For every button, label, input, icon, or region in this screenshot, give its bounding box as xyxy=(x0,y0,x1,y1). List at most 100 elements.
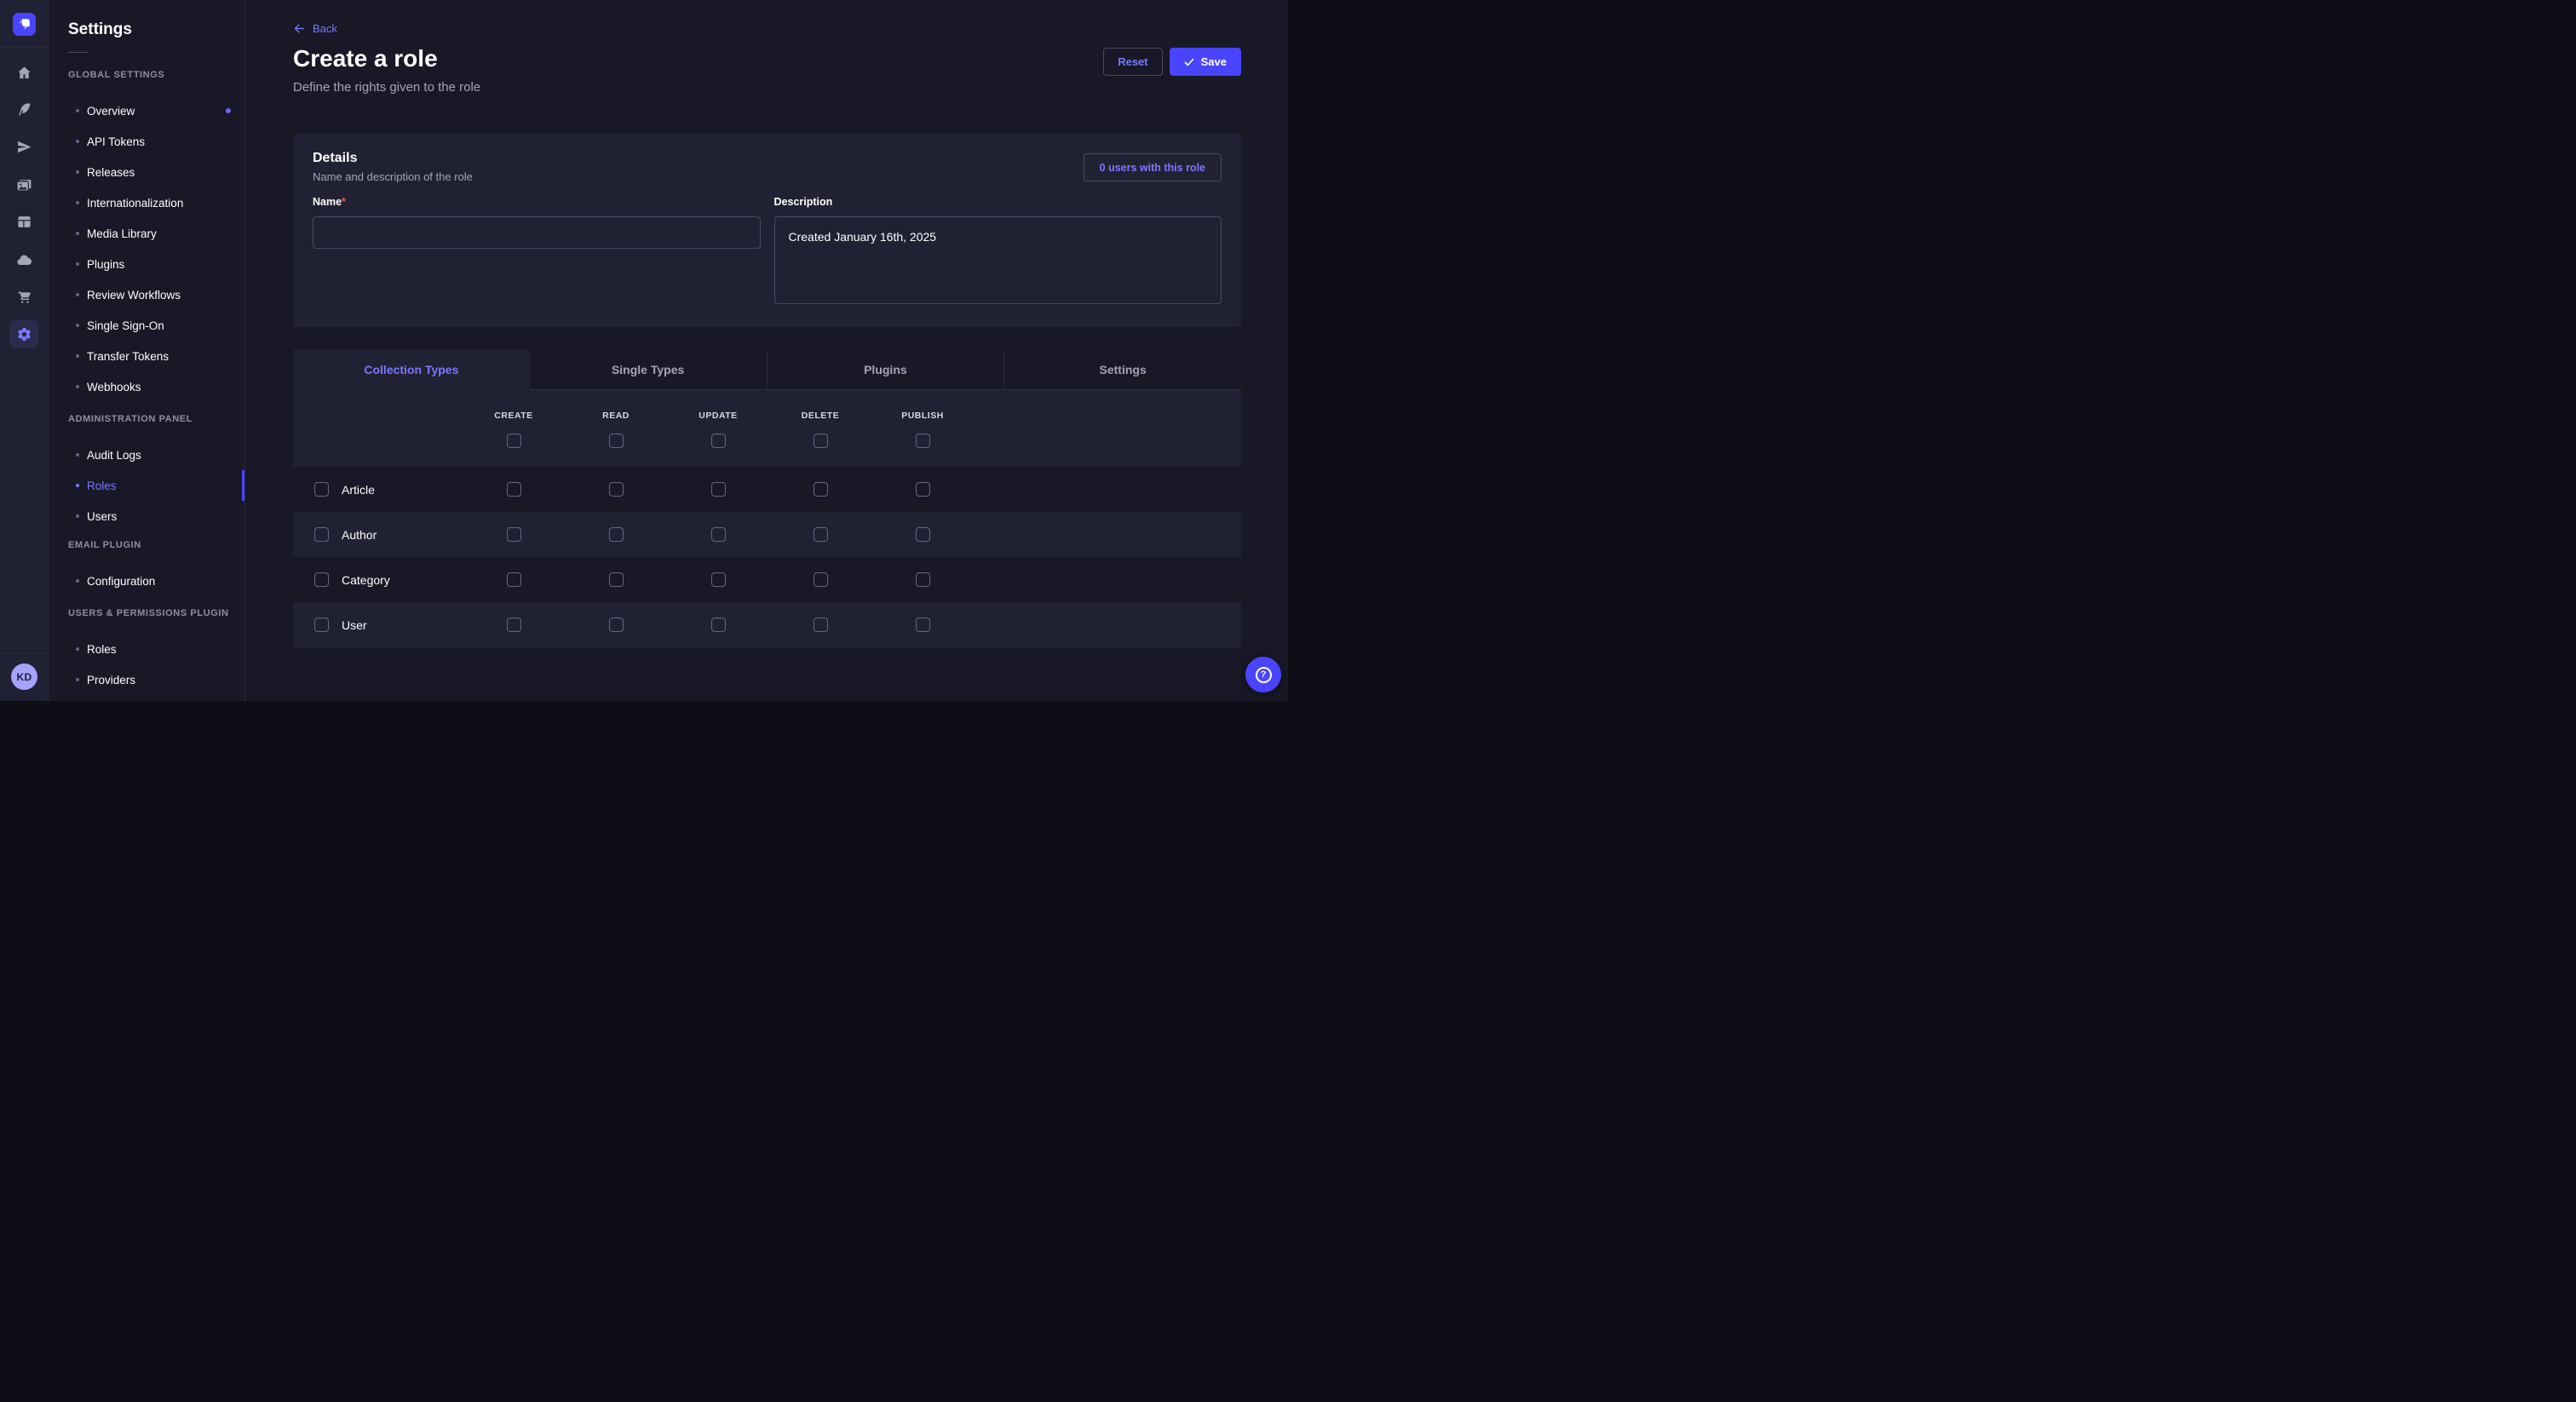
rail-divider xyxy=(0,652,49,653)
column-select-checkbox-read[interactable] xyxy=(609,434,624,448)
permission-checkbox[interactable] xyxy=(609,618,624,632)
subnav-item-single-sign-on[interactable]: Single Sign-On xyxy=(49,310,244,341)
page-subtitle: Define the rights given to the role xyxy=(293,80,480,95)
subnav-item-transfer-tokens[interactable]: Transfer Tokens xyxy=(49,341,244,371)
permission-checkbox[interactable] xyxy=(609,482,624,497)
column-select-checkbox-create[interactable] xyxy=(507,434,521,448)
table-row-author: Author xyxy=(293,512,1241,557)
name-label: Name* xyxy=(313,196,761,208)
tab-single-types[interactable]: Single Types xyxy=(530,349,767,390)
permission-checkbox[interactable] xyxy=(609,572,624,587)
strapi-logo-icon xyxy=(18,18,31,31)
permission-checkbox[interactable] xyxy=(916,482,930,497)
subnav-item-roles-admin[interactable]: Roles xyxy=(49,470,244,501)
page-title: Create a role xyxy=(293,44,480,73)
back-link[interactable]: Back xyxy=(293,22,337,35)
row-name: User xyxy=(342,618,367,632)
rail-divider xyxy=(0,47,49,48)
subnav-item-releases[interactable]: Releases xyxy=(49,157,244,187)
permission-checkbox[interactable] xyxy=(814,482,828,497)
permission-checkbox[interactable] xyxy=(711,482,726,497)
description-field-group: Description Created January 16th, 2025 xyxy=(774,196,1222,304)
subnav-item-internationalization[interactable]: Internationalization xyxy=(49,187,244,218)
notification-dot xyxy=(226,108,231,113)
permission-checkbox[interactable] xyxy=(507,572,521,587)
main-nav-rail: KD xyxy=(0,0,49,701)
subnav-item-media-library[interactable]: Media Library xyxy=(49,218,244,249)
row-name: Article xyxy=(342,483,375,497)
permission-checkbox[interactable] xyxy=(507,482,521,497)
permission-checkbox[interactable] xyxy=(711,527,726,542)
permission-checkbox[interactable] xyxy=(711,572,726,587)
users-with-role-button[interactable]: 0 users with this role xyxy=(1084,153,1222,181)
subnav-item-audit-logs[interactable]: Audit Logs xyxy=(49,440,244,470)
help-button[interactable]: ? xyxy=(1245,657,1281,692)
bullet-icon xyxy=(76,678,79,681)
bullet-icon xyxy=(76,170,79,174)
row-select-checkbox[interactable] xyxy=(314,618,329,632)
bullet-icon xyxy=(76,453,79,457)
permission-checkbox[interactable] xyxy=(814,527,828,542)
tab-settings[interactable]: Settings xyxy=(1003,349,1241,390)
home-icon[interactable] xyxy=(7,55,42,89)
cloud-icon[interactable] xyxy=(7,243,42,277)
subnav-item-review-workflows[interactable]: Review Workflows xyxy=(49,279,244,310)
permission-checkbox[interactable] xyxy=(814,618,828,632)
content-type-builder-icon[interactable] xyxy=(7,204,42,238)
media-library-icon[interactable] xyxy=(7,168,42,202)
strapi-logo[interactable] xyxy=(13,13,36,36)
details-card: Details Name and description of the role… xyxy=(293,134,1241,327)
column-select-checkbox-delete[interactable] xyxy=(814,434,828,448)
bullet-icon xyxy=(76,484,79,487)
strapi-admin-app: KD Settings GLOBAL SETTINGS Overview API… xyxy=(0,0,1288,701)
row-select-checkbox[interactable] xyxy=(314,482,329,497)
content-manager-icon[interactable] xyxy=(7,92,42,126)
reset-button[interactable]: Reset xyxy=(1103,48,1162,76)
subnav-item-overview[interactable]: Overview xyxy=(49,95,244,126)
settings-gear-icon[interactable] xyxy=(9,319,38,348)
tab-collection-types[interactable]: Collection Types xyxy=(293,349,530,390)
header-actions: Reset Save xyxy=(1103,48,1241,76)
permission-checkbox[interactable] xyxy=(916,527,930,542)
subnav-item-api-tokens[interactable]: API Tokens xyxy=(49,126,244,157)
bullet-icon xyxy=(76,354,79,358)
user-avatar[interactable]: KD xyxy=(11,664,37,690)
subnav-item-webhooks[interactable]: Webhooks xyxy=(49,371,244,402)
role-name-input[interactable] xyxy=(313,216,761,249)
row-select-checkbox[interactable] xyxy=(314,572,329,587)
column-header-read: READ xyxy=(565,411,667,421)
subnav-item-users[interactable]: Users xyxy=(49,501,244,531)
column-select-checkbox-publish[interactable] xyxy=(916,434,930,448)
bullet-icon xyxy=(76,262,79,266)
permission-checkbox[interactable] xyxy=(507,527,521,542)
permission-checkbox[interactable] xyxy=(916,618,930,632)
permission-checkbox[interactable] xyxy=(814,572,828,587)
question-mark-icon: ? xyxy=(1256,667,1272,683)
details-card-subtitle: Name and description of the role xyxy=(313,170,473,183)
column-select-checkbox-update[interactable] xyxy=(711,434,726,448)
bullet-icon xyxy=(76,647,79,651)
save-button[interactable]: Save xyxy=(1170,48,1241,76)
subnav-item-plugins[interactable]: Plugins xyxy=(49,249,244,279)
permission-checkbox[interactable] xyxy=(916,572,930,587)
permissions-tabs: Collection Types Single Types Plugins Se… xyxy=(293,349,1241,390)
column-header-update: UPDATE xyxy=(667,411,769,421)
details-card-title: Details xyxy=(313,151,473,166)
subnav-title-rule xyxy=(68,52,89,53)
row-select-checkbox[interactable] xyxy=(314,527,329,542)
row-name: Author xyxy=(342,528,377,542)
bullet-icon xyxy=(76,109,79,112)
permission-checkbox[interactable] xyxy=(711,618,726,632)
marketplace-cart-icon[interactable] xyxy=(7,279,42,313)
subnav-item-configuration[interactable]: Configuration xyxy=(49,566,244,596)
role-description-textarea[interactable]: Created January 16th, 2025 xyxy=(774,216,1222,304)
tab-plugins[interactable]: Plugins xyxy=(767,349,1004,390)
table-row-user: User xyxy=(293,602,1241,647)
permission-checkbox[interactable] xyxy=(507,618,521,632)
column-header-delete: DELETE xyxy=(769,411,871,421)
deploy-send-icon[interactable] xyxy=(7,129,42,164)
main-content: Back Create a role Define the rights giv… xyxy=(245,0,1288,701)
subnav-item-providers[interactable]: Providers xyxy=(49,664,244,695)
permission-checkbox[interactable] xyxy=(609,527,624,542)
subnav-item-roles-up[interactable]: Roles xyxy=(49,634,244,664)
